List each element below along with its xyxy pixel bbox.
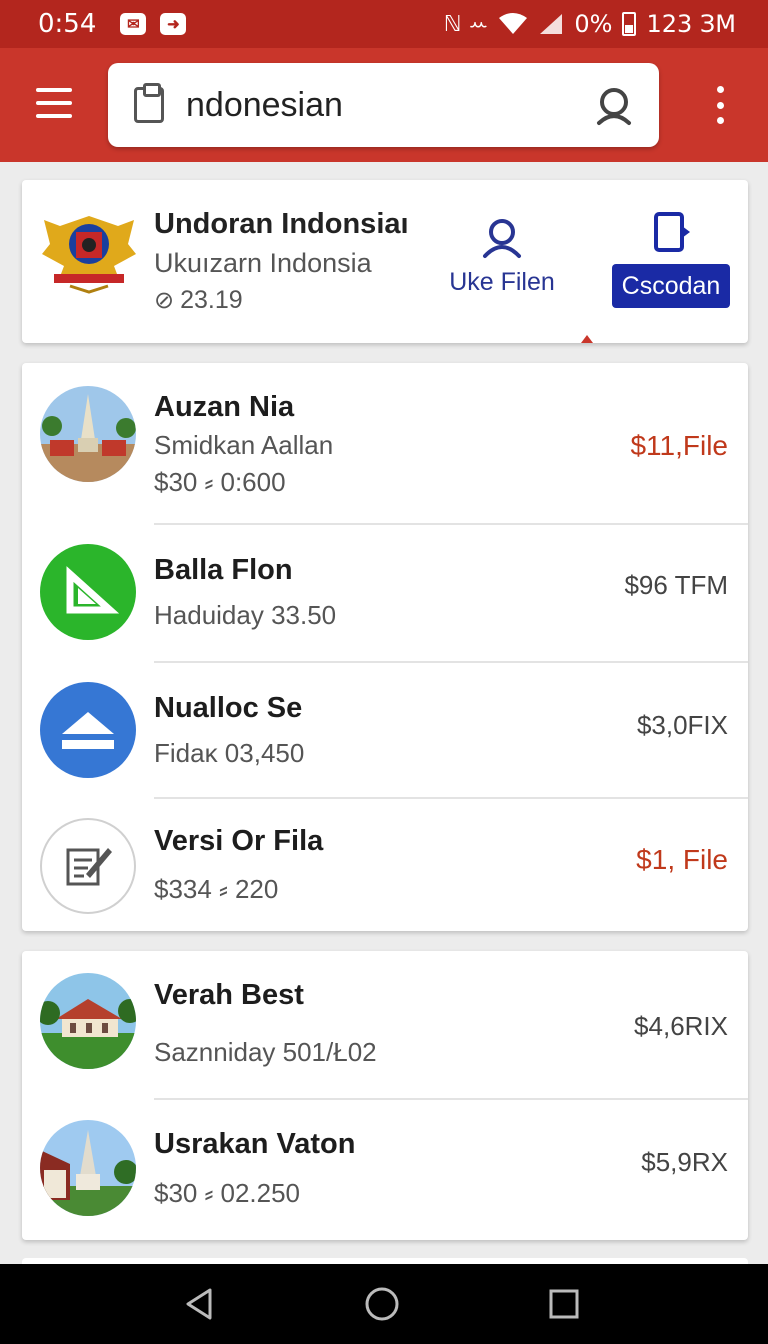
header-card: Undoran Indonsiaı Ukuızarn Indonsia ⊘ 23… xyxy=(22,180,748,343)
refresh-icon: ⊘ xyxy=(154,287,175,314)
item-title: Balla Flon xyxy=(154,554,293,586)
recents-icon[interactable] xyxy=(546,1286,582,1322)
list-item[interactable]: Versi Or Fila $334 ⸗ 220 $1, File xyxy=(22,798,748,931)
menu-icon[interactable] xyxy=(36,88,72,118)
item-price: $96 TFM xyxy=(624,570,728,600)
list-item[interactable]: Verah Best Saznniday 501/Ł02 $4,6RІX xyxy=(22,951,748,1100)
mail-icon: ✉ xyxy=(120,13,147,35)
item-price: $4,6RІX xyxy=(634,1011,728,1041)
clipboard-icon xyxy=(134,83,164,123)
person-icon xyxy=(483,219,521,258)
item-title: Nualloc Se xyxy=(154,692,303,724)
emblem-icon xyxy=(42,216,136,294)
signal-icon xyxy=(540,14,563,34)
status-bar: 0:54 ✉ ➜ ℕ ꕀ 0% 123 ЗМ xyxy=(0,0,768,48)
item-price: $3,0FІX xyxy=(636,710,728,740)
header-title: Undoran Indonsiaı xyxy=(154,208,409,240)
list-card: Auzan Nia Smidkan Aallan $30 ⸗ 0:600 $11… xyxy=(22,363,748,931)
cscodan-group: Cscodan xyxy=(612,212,732,312)
status-glyphs: ℕ ꕀ xyxy=(443,11,489,37)
home-icon[interactable] xyxy=(364,1286,400,1322)
header-meta: ⊘ 23.19 xyxy=(154,286,243,315)
edit-icon xyxy=(40,818,136,914)
nav-bar xyxy=(0,1264,768,1344)
list-item[interactable]: Usrakan Vaton $30 ⸗ 02.250 $5,9RX xyxy=(22,1100,748,1240)
item-title: Usrakan Vaton xyxy=(154,1128,356,1160)
blue-eject-icon xyxy=(40,682,136,778)
uke-filen-button[interactable]: Uke Filen xyxy=(446,216,558,312)
item-price: $5,9RX xyxy=(641,1147,728,1177)
search-input[interactable] xyxy=(186,85,566,125)
item-price: $1, File xyxy=(636,844,728,875)
item-detail: $30 ⸗ 0:600 xyxy=(154,467,286,497)
battery-percent: 0% xyxy=(574,10,613,38)
status-time: 0:54 xyxy=(38,9,97,39)
item-title: Auzan Nia xyxy=(154,391,295,423)
search-icon[interactable] xyxy=(593,85,635,127)
item-subtitle: Fidaĸ 03,450 xyxy=(154,738,305,768)
uke-filen-label: Uke Filen xyxy=(449,268,555,296)
item-price: $11,File xyxy=(630,430,728,461)
item-title: Versi Or Fila xyxy=(154,825,324,857)
status-right: ℕ ꕀ 0% 123 ЗМ xyxy=(444,10,736,38)
forward-icon: ➜ xyxy=(160,13,187,35)
header-subtitle: Ukuızarn Indonsia xyxy=(154,248,372,278)
item-subtitle: $30 ⸗ 02.250 xyxy=(154,1178,301,1208)
item-subtitle: Saznniday 501/Ł02 xyxy=(154,1037,377,1067)
list-item[interactable]: Auzan Nia Smidkan Aallan $30 ⸗ 0:600 $11… xyxy=(22,363,748,525)
list-item[interactable]: Balla Flon Haduiday 33.50 $96 TFM xyxy=(22,524,748,663)
house-photo xyxy=(40,973,136,1069)
app-bar xyxy=(0,48,768,162)
item-subtitle: Haduiday 33.50 xyxy=(154,600,337,630)
item-subtitle: Smidkan Aallan xyxy=(154,430,334,460)
wifi-icon xyxy=(499,13,528,34)
green-chart-icon xyxy=(40,544,136,640)
list-card: Verah Best Saznniday 501/Ł02 $4,6RІX Usr… xyxy=(22,951,748,1240)
item-subtitle: $334 ⸗ 220 xyxy=(154,874,279,904)
list-item[interactable]: Nualloc Se Fidaĸ 03,450 $3,0FІX xyxy=(22,662,748,799)
more-vert-icon[interactable] xyxy=(712,86,728,124)
header-meta-value: 23.19 xyxy=(180,286,243,314)
back-icon[interactable] xyxy=(182,1286,218,1322)
network-text: 123 ЗМ xyxy=(646,10,736,38)
battery-icon xyxy=(622,12,637,36)
temple-photo xyxy=(40,386,136,482)
search-box[interactable] xyxy=(108,63,659,147)
tab-indicator xyxy=(581,335,593,343)
item-title: Verah Best xyxy=(154,979,304,1011)
cscodan-button[interactable]: Cscodan xyxy=(612,264,730,308)
pagoda-photo xyxy=(40,1120,136,1216)
exit-icon xyxy=(654,212,690,252)
